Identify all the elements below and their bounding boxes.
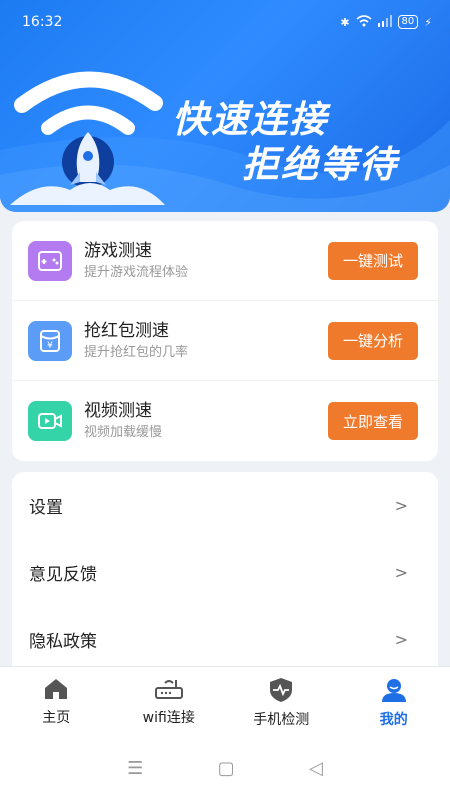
menu-item-label: 隐私政策 [29, 632, 97, 652]
profile-icon [381, 679, 406, 702]
video-icon [28, 401, 72, 441]
bluetooth-icon: ✱ [340, 15, 350, 29]
tab-label: 我的 [379, 712, 408, 728]
banner-title: 快速连接 [172, 98, 328, 141]
speed-item-video[interactable]: 视频测速 视频加载缓慢 立即查看 [12, 381, 438, 461]
battery-indicator: 80 [397, 15, 419, 29]
speed-item-subtitle: 提升抢红包的几率 [84, 344, 189, 360]
svg-text:¥: ¥ [47, 341, 53, 351]
menu-item-settings[interactable]: 设置 > [12, 472, 438, 539]
banner-subtitle: 拒绝等待 [242, 143, 398, 186]
back-icon[interactable]: ◁ [309, 758, 323, 779]
speed-item-title: 游戏测速 [84, 240, 152, 261]
speed-item-subtitle: 提升游戏流程体验 [84, 264, 189, 280]
tab-label: 手机检测 [253, 712, 310, 728]
tab-label: 主页 [42, 710, 71, 726]
chevron-right-icon: > [394, 630, 408, 649]
video-view-button[interactable]: 立即查看 [328, 402, 418, 440]
tab-phone-check[interactable]: 手机检测 [225, 667, 338, 737]
speed-item-title: 视频测速 [84, 401, 152, 421]
tab-label: wifi连接 [142, 710, 195, 726]
red-packet-analyze-button[interactable]: 一键分析 [328, 321, 418, 360]
menu-item-privacy-policy[interactable]: 隐私政策 > [12, 606, 438, 673]
status-bar: 16:32 ✱ 80 ⚡ [0, 0, 450, 44]
gamepad-icon [28, 240, 72, 281]
router-icon [154, 680, 183, 699]
menu-item-feedback[interactable]: 意见反馈 > [12, 539, 438, 606]
speed-test-card: 游戏测速 提升游戏流程体验 一键测试 ¥ 抢红包测速 提升抢红包的几率 一键分析… [12, 221, 438, 461]
menu-icon[interactable]: ☰ [127, 758, 143, 779]
tab-wifi-connect[interactable]: wifi连接 [113, 667, 226, 737]
charging-icon: ⚡ [424, 15, 432, 29]
speed-item-title: 抢红包测速 [84, 320, 169, 341]
settings-menu-card: 设置 > 意见反馈 > 隐私政策 > [12, 472, 438, 672]
tab-mine[interactable]: 我的 [338, 667, 450, 737]
home-square-icon[interactable]: ▢ [218, 758, 235, 779]
speed-item-red-packet[interactable]: ¥ 抢红包测速 提升抢红包的几率 一键分析 [12, 301, 438, 381]
red-packet-icon: ¥ [28, 320, 72, 361]
status-icons: ✱ 80 ⚡ [340, 14, 432, 30]
speed-item-game[interactable]: 游戏测速 提升游戏流程体验 一键测试 [12, 221, 438, 301]
home-icon [45, 679, 68, 699]
chevron-right-icon: > [394, 563, 408, 582]
system-nav-bar: ☰ ▢ ◁ [0, 736, 450, 800]
signal-icon [377, 14, 392, 30]
bottom-tab-bar: 主页 wifi连接 手机检测 我的 [0, 666, 450, 737]
speed-item-subtitle: 视频加载缓慢 [84, 425, 163, 440]
wifi-icon [356, 14, 372, 30]
status-time: 16:32 [22, 14, 63, 30]
game-test-button[interactable]: 一键测试 [328, 241, 418, 280]
menu-item-label: 设置 [29, 498, 63, 518]
chevron-right-icon: > [394, 496, 408, 515]
shield-icon [270, 678, 293, 702]
tab-home[interactable]: 主页 [0, 667, 113, 737]
menu-item-label: 意见反馈 [29, 565, 97, 585]
